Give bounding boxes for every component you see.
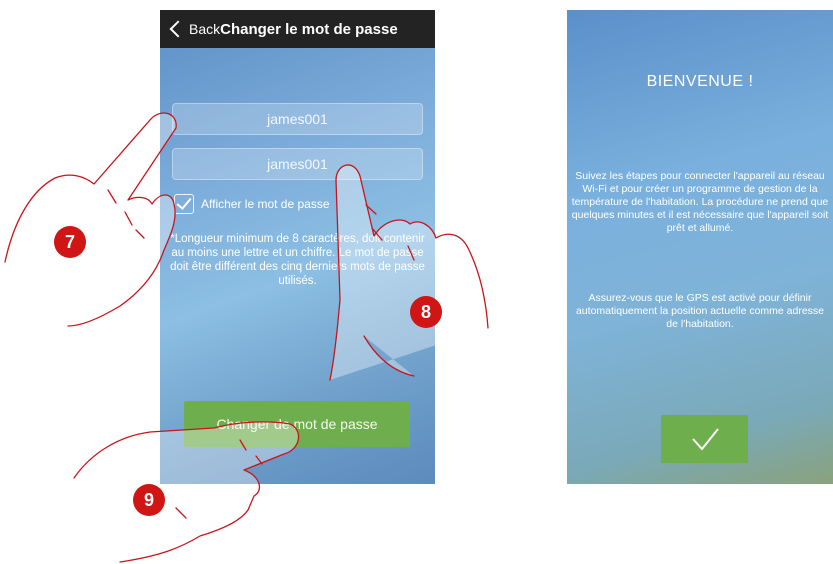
hand-icon — [4, 112, 177, 327]
confirm-password-field[interactable]: james001 — [172, 148, 423, 180]
back-chevron-icon[interactable] — [169, 20, 187, 38]
new-password-field[interactable]: james001 — [172, 103, 423, 135]
welcome-title: BIENVENUE ! — [646, 73, 754, 90]
top-bar: Back Changer le mot de passe — [160, 10, 435, 48]
welcome-instructions: Suivez les étapes pour connecter l'appar… — [571, 170, 829, 234]
step-marker-9: 9 — [133, 484, 165, 516]
step-marker-8: 8 — [410, 296, 442, 328]
back-button[interactable]: Back — [189, 21, 220, 37]
change-password-screen: Back Changer le mot de passe james001 ja… — [160, 10, 435, 484]
password-hint: *Longueur minimum de 8 caractères, doit … — [170, 233, 425, 287]
gps-notice: Assurez-vous que le GPS est activé pour … — [575, 292, 825, 330]
page-title: Changer le mot de passe — [220, 20, 398, 38]
step-marker-7: 7 — [54, 226, 86, 258]
show-password-checkbox[interactable] — [174, 194, 194, 214]
show-password-label: Afficher le mot de passe — [201, 197, 330, 211]
change-password-button[interactable]: Changer de mot de passe — [184, 401, 410, 447]
confirm-button[interactable] — [661, 415, 748, 463]
show-password-row[interactable]: Afficher le mot de passe — [174, 194, 330, 214]
welcome-screen: BIENVENUE ! Suivez les étapes pour conne… — [567, 10, 833, 484]
checkmark-icon — [692, 428, 719, 451]
